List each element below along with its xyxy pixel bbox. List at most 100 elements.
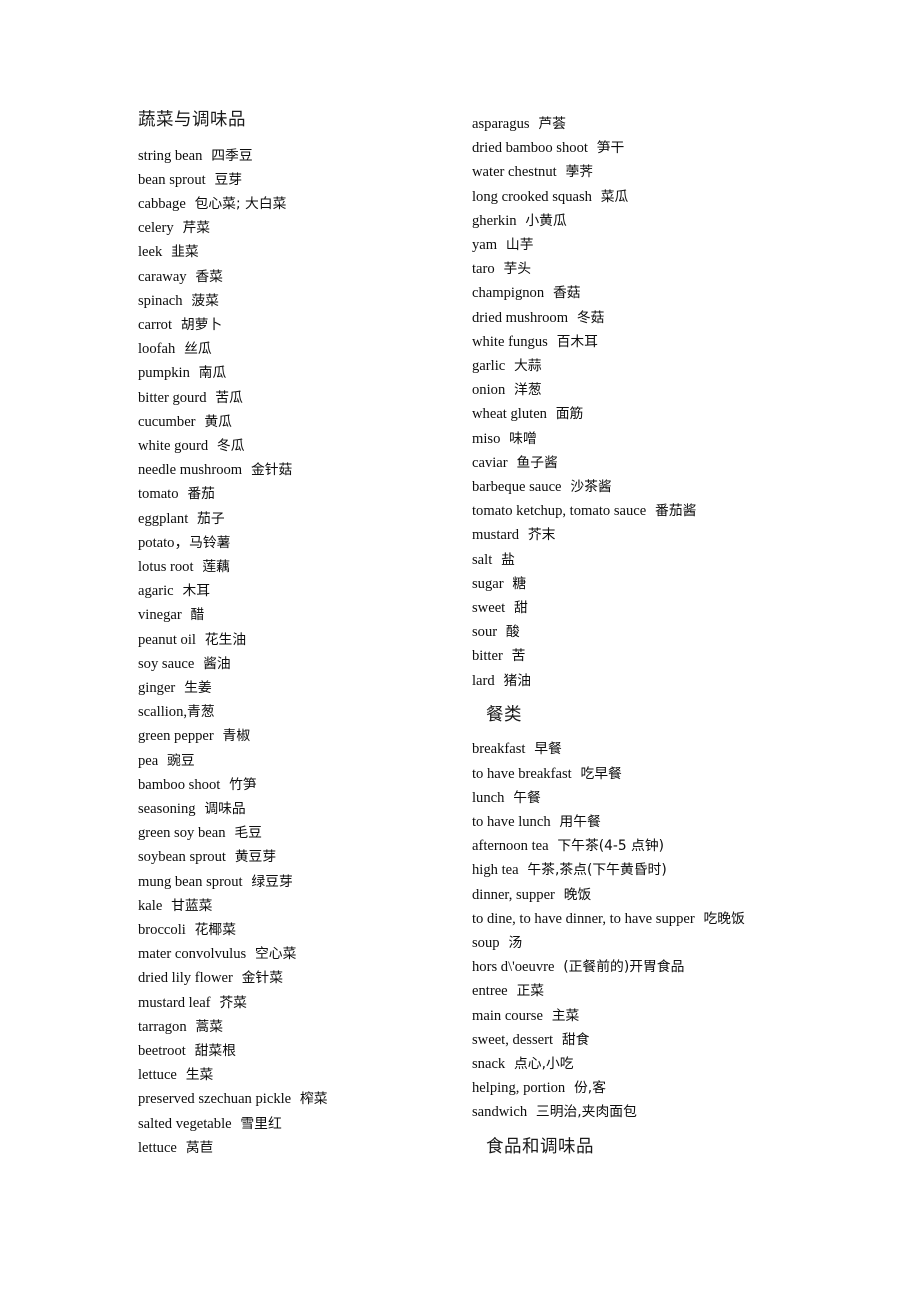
entry-gloss: 鱼子酱	[516, 454, 558, 471]
entry-term: lotus root	[138, 558, 194, 575]
glossary-entry: broccoli 花椰菜	[138, 918, 458, 942]
glossary-entry: mustard leaf 芥菜	[138, 991, 458, 1015]
entry-gloss: 大蒜	[514, 358, 542, 375]
entry-term: mater convolvulus	[138, 946, 247, 963]
vegetable-entry-list-continued: asparagus 芦荟 dried bamboo shoot 笋干 water che…	[472, 112, 872, 693]
entry-term: salted vegetable	[138, 1115, 232, 1132]
entry-gloss: 南瓜	[198, 365, 227, 382]
glossary-entry: gherkin 小黄瓜	[472, 209, 872, 233]
entry-gloss: 榨菜	[299, 1091, 328, 1108]
glossary-entry: taro 芋头	[472, 257, 872, 281]
entry-gloss: 醋	[190, 607, 205, 624]
meal-entry-list: breakfast 早餐 to have breakfast 吃早餐 lunch 午餐 to…	[472, 737, 872, 1124]
glossary-entry: bitter 苦	[472, 644, 872, 668]
entry-term: caraway	[138, 268, 187, 285]
entry-term: mung bean sprout	[138, 873, 243, 890]
entry-gloss: 酸	[505, 624, 520, 641]
entry-term: lunch	[472, 789, 505, 806]
glossary-entry: preserved szechuan pickle 榨菜	[138, 1087, 458, 1111]
entry-term: leek	[138, 244, 163, 261]
entry-gloss: 菠菜	[191, 292, 219, 309]
entry-gloss: 马铃薯	[189, 534, 231, 551]
section-heading-vegetables-seasonings: 蔬菜与调味品	[138, 110, 246, 130]
entry-term: yam	[472, 237, 498, 254]
glossary-entry: sour 酸	[472, 620, 872, 644]
glossary-entry: lettuce 莴苣	[138, 1136, 458, 1160]
glossary-entry: long crooked squash 菜瓜	[472, 185, 872, 209]
entry-gloss: 荸荠	[565, 164, 594, 181]
glossary-entry: yam 山芋	[472, 233, 872, 257]
entry-term: dried lily flower	[138, 970, 233, 987]
entry-term: miso	[472, 430, 501, 447]
entry-gloss: 午茶,茶点(下午黄昏时)	[527, 862, 667, 879]
entry-gloss: 用午餐	[559, 813, 601, 830]
entry-term: bitter	[472, 648, 503, 665]
glossary-entry: dried mushroom 冬菇	[472, 306, 872, 330]
entry-term: main course	[472, 1007, 543, 1024]
entry-gloss: 青葱	[187, 704, 215, 721]
entry-term: celery	[138, 220, 174, 237]
glossary-entry: to have lunch 用午餐	[472, 810, 872, 834]
glossary-entry: beetroot 甜菜根	[138, 1039, 458, 1063]
entry-term: potato，	[138, 534, 190, 551]
glossary-entry: garlic 大蒜	[472, 354, 872, 378]
entry-gloss: 丝瓜	[184, 341, 212, 358]
entry-gloss: 胡萝卜	[180, 316, 223, 333]
entry-gloss: 香菜	[195, 268, 223, 285]
glossary-entry: dried lily flower 金针菜	[138, 966, 458, 990]
entry-term: entree	[472, 983, 508, 1000]
entry-term: breakfast	[472, 741, 526, 758]
entry-term: bamboo shoot	[138, 776, 221, 793]
entry-term: mustard	[472, 527, 520, 544]
glossary-entry: tomato ketchup, tomato sauce 番茄酱	[472, 499, 872, 523]
entry-term: caviar	[472, 454, 508, 471]
entry-gloss: 空心菜	[255, 946, 297, 963]
glossary-entry: lotus root 莲藕	[138, 555, 458, 579]
glossary-entry: agaric 木耳	[138, 579, 458, 603]
entry-gloss: 芥菜	[219, 994, 247, 1011]
glossary-entry: lunch 午餐	[472, 786, 872, 810]
glossary-entry: main course 主菜	[472, 1004, 872, 1028]
glossary-entry: tomato 番茄	[138, 482, 458, 506]
glossary-entry: sweet 甜	[472, 596, 872, 620]
glossary-entry: tarragon 蒿菜	[138, 1015, 458, 1039]
entry-term: seasoning	[138, 800, 196, 817]
entry-term: green pepper	[138, 728, 214, 745]
glossary-entry: pea 豌豆	[138, 749, 458, 773]
entry-gloss: 盐	[501, 551, 515, 568]
entry-gloss: 芹菜	[182, 220, 211, 237]
entry-term: pea	[138, 752, 159, 769]
entry-gloss: 甜食	[561, 1031, 590, 1048]
glossary-entry: sugar 糖	[472, 572, 872, 596]
glossary-entry: sweet, dessert 甜食	[472, 1028, 872, 1052]
entry-gloss: 青椒	[222, 728, 251, 745]
entry-gloss: 金针菜	[241, 970, 284, 987]
glossary-entry: bean sprout 豆芽	[138, 168, 458, 192]
entry-term: tarragon	[138, 1018, 187, 1035]
entry-term: cucumber	[138, 413, 196, 430]
entry-term: champignon	[472, 285, 545, 302]
entry-term: scallion,	[138, 704, 188, 721]
entry-term: mustard leaf	[138, 994, 211, 1011]
entry-gloss: 小黄瓜	[525, 212, 567, 229]
entry-term: snack	[472, 1056, 506, 1073]
glossary-entry: loofah 丝瓜	[138, 337, 458, 361]
glossary-entry: spinach 菠菜	[138, 289, 458, 313]
document-page: 蔬菜与调味品 string bean 四季豆 bean sprout 豆芽 cabbag…	[0, 0, 920, 1302]
glossary-entry: string bean 四季豆	[138, 144, 458, 168]
entry-term: long crooked squash	[472, 188, 592, 205]
glossary-entry: green soy bean 毛豆	[138, 821, 458, 845]
entry-term: sweet, dessert	[472, 1031, 554, 1048]
entry-gloss: 黄豆芽	[234, 849, 277, 866]
entry-gloss: 山芋	[505, 237, 534, 254]
entry-term: sugar	[472, 575, 504, 592]
entry-gloss: 正菜	[516, 983, 545, 1000]
entry-gloss: 雪里红	[240, 1115, 282, 1132]
entry-term: to have breakfast	[472, 765, 572, 782]
entry-gloss: 莲藕	[202, 558, 230, 575]
glossary-entry: eggplant 茄子	[138, 507, 458, 531]
entry-gloss: 下午茶(4-5 点钟)	[557, 838, 665, 855]
entry-term: eggplant	[138, 510, 189, 527]
glossary-entry: soybean sprout 黄豆芽	[138, 845, 458, 869]
entry-term: water chestnut	[472, 164, 557, 181]
